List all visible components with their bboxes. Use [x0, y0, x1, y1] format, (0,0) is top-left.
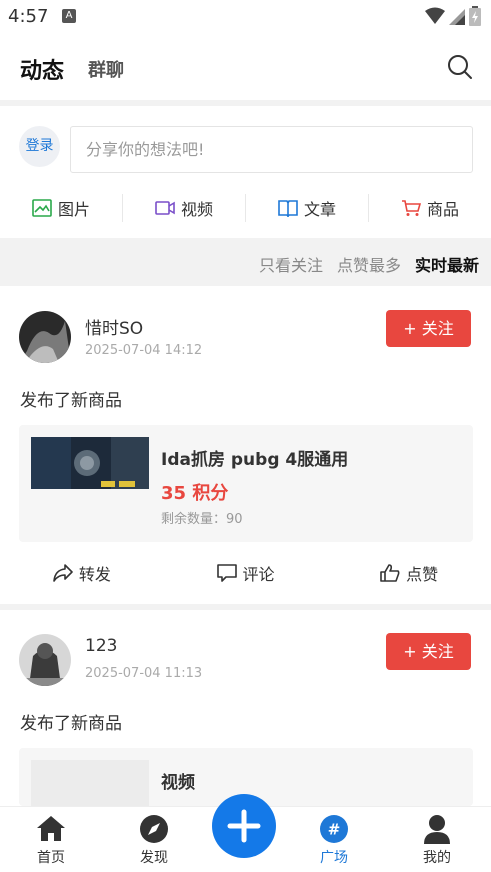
tab-group-chat[interactable]: 群聊 — [88, 56, 124, 82]
compose-article-button[interactable]: 文章 — [246, 194, 369, 222]
product-thumbnail — [31, 437, 149, 489]
compose-panel: 登录 分享你的想法吧! 图片 视频 文章 商品 — [0, 106, 491, 238]
book-icon — [278, 200, 298, 217]
comment-label: 评论 — [242, 565, 275, 584]
nav-discover-label: 发现 — [140, 850, 168, 866]
filter-latest[interactable]: 实时最新 — [415, 252, 479, 276]
cart-icon — [401, 200, 421, 216]
image-icon — [32, 199, 52, 217]
compose-product-button[interactable]: 商品 — [369, 194, 491, 222]
post-username[interactable]: 123 — [85, 636, 117, 656]
compass-icon — [140, 815, 168, 843]
like-button[interactable]: 点赞 — [327, 553, 491, 593]
avatar[interactable] — [19, 634, 71, 686]
follow-button[interactable]: + 关注 — [386, 633, 471, 670]
top-header: 动态 群聊 — [0, 34, 491, 100]
post-text: 发布了新商品 — [20, 391, 122, 411]
nav-mine-label: 我的 — [423, 850, 451, 866]
battery-icon — [469, 6, 481, 26]
status-icons — [425, 6, 481, 26]
feed-post: 惜时SO 2025-07-04 14:12 + 关注 发布了新商品 Ida抓房 … — [0, 286, 491, 604]
comment-button[interactable]: 评论 — [164, 553, 328, 593]
create-post-button[interactable] — [212, 794, 276, 858]
filter-options: 只看关注 点赞最多 实时最新 — [259, 252, 479, 276]
repost-button[interactable]: 转发 — [0, 553, 164, 593]
filter-bar: 只看关注 点赞最多 实时最新 — [0, 238, 491, 286]
feed-post: 123 2025-07-04 11:13 + 关注 发布了新商品 视频 — [0, 610, 491, 806]
post-username[interactable]: 惜时SO — [85, 314, 143, 339]
home-icon — [37, 816, 65, 841]
nav-home-label: 首页 — [37, 850, 65, 866]
comment-icon — [216, 564, 237, 582]
thumbs-up-icon — [380, 564, 400, 582]
product-name: Ida抓房 pubg 4服通用 — [161, 450, 349, 470]
status-time: 4:57 — [8, 6, 49, 27]
repost-label: 转发 — [78, 565, 111, 584]
filter-following-only[interactable]: 只看关注 — [259, 252, 323, 276]
hash-icon: # — [320, 815, 348, 843]
svg-text:#: # — [328, 821, 341, 839]
nav-home[interactable]: 首页 — [11, 807, 91, 872]
filter-most-liked[interactable]: 点赞最多 — [337, 252, 401, 276]
person-icon — [424, 815, 450, 844]
nav-square-label: 广场 — [320, 850, 348, 866]
signal-icon — [449, 9, 465, 25]
compose-image-label: 图片 — [57, 200, 90, 219]
compose-product-label: 商品 — [426, 200, 459, 219]
nav-mine[interactable]: 我的 — [397, 807, 477, 872]
nav-square[interactable]: # 广场 — [294, 807, 374, 872]
compose-article-label: 文章 — [303, 200, 336, 219]
product-thumbnail — [31, 760, 149, 806]
nav-discover[interactable]: 发现 — [114, 807, 194, 872]
avatar[interactable] — [19, 311, 71, 363]
compose-actions: 图片 视频 文章 商品 — [0, 192, 491, 224]
search-icon[interactable] — [447, 54, 473, 80]
status-bar: 4:57 A — [0, 0, 491, 34]
post-actions: 转发 评论 点赞 — [0, 553, 491, 593]
share-icon — [53, 564, 73, 582]
like-label: 点赞 — [406, 565, 439, 584]
product-name: 视频 — [161, 773, 195, 793]
login-button[interactable]: 登录 — [19, 126, 60, 167]
post-text: 发布了新商品 — [20, 714, 122, 734]
compose-input[interactable]: 分享你的想法吧! — [70, 126, 473, 173]
wifi-icon — [425, 7, 445, 24]
product-stock: 剩余数量：90 — [161, 512, 243, 527]
tab-dynamics[interactable]: 动态 — [20, 53, 64, 85]
product-price: 35 积分 — [161, 483, 229, 504]
post-timestamp: 2025-07-04 11:13 — [85, 666, 203, 681]
compose-video-label: 视频 — [180, 200, 213, 219]
video-icon — [155, 201, 175, 215]
product-card[interactable]: Ida抓房 pubg 4服通用 35 积分 剩余数量：90 — [19, 425, 473, 542]
compose-video-button[interactable]: 视频 — [123, 194, 246, 222]
plus-icon — [227, 809, 261, 843]
compose-image-button[interactable]: 图片 — [0, 194, 123, 222]
follow-button[interactable]: + 关注 — [386, 310, 471, 347]
post-timestamp: 2025-07-04 14:12 — [85, 343, 203, 358]
app-notification-icon: A — [62, 9, 76, 23]
